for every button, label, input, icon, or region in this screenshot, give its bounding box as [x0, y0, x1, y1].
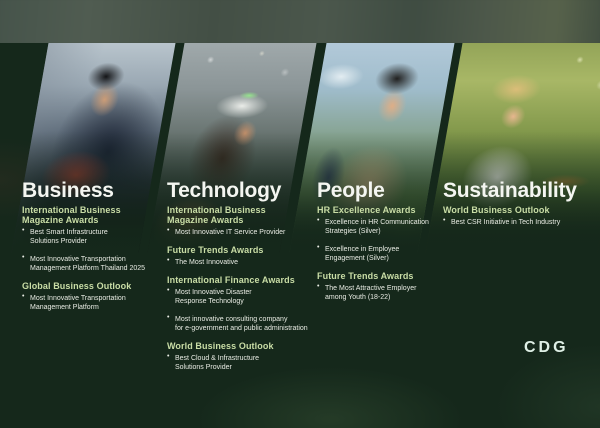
award-org-heading: International Business Magazine Awards [167, 205, 315, 225]
bullet-icon [167, 353, 169, 360]
blurred-header-band [0, 0, 600, 43]
award-item-text: Best Smart Infrastructure Solutions Prov… [30, 228, 154, 246]
award-item-text: Most innovative consulting company for e… [175, 315, 315, 333]
award-org-heading: Future Trends Awards [317, 271, 459, 281]
award-item-text: Best Cloud & Infrastructure Solutions Pr… [175, 354, 315, 372]
award-item: Excellence in HR Communication Strategie… [317, 218, 459, 236]
bullet-icon [167, 227, 169, 234]
column-title: People [317, 181, 459, 201]
award-org-heading: Future Trends Awards [167, 245, 315, 255]
award-item-text: The Most Attractive Employer among Youth… [325, 284, 459, 302]
award-item: Best CSR Initiative in Tech Industry [443, 218, 597, 227]
column-title: Technology [167, 181, 315, 201]
award-section: Future Trends Awards The Most Innovative [167, 245, 315, 267]
award-item-text: Most Innovative IT Service Provider [175, 228, 315, 237]
award-item: Most innovative consulting company for e… [167, 315, 315, 333]
award-item: The Most Innovative [167, 258, 315, 267]
award-item: Most Innovative IT Service Provider [167, 228, 315, 237]
bullet-icon [443, 217, 445, 224]
award-item-text: Most Innovative Transportation Managemen… [30, 255, 154, 273]
award-item: Excellence in Employee Engagement (Silve… [317, 245, 459, 263]
column-title: Business [22, 181, 154, 201]
awards-slide: Business International Business Magazine… [0, 0, 600, 428]
award-section: Future Trends Awards The Most Attractive… [317, 271, 459, 302]
award-section: International Business Magazine Awards M… [167, 205, 315, 237]
cdg-logo: CDG [524, 339, 569, 357]
bullet-icon [317, 244, 319, 251]
award-item-text: Excellence in HR Communication Strategie… [325, 218, 459, 236]
award-item: The Most Attractive Employer among Youth… [317, 284, 459, 302]
column-technology: Technology International Business Magazi… [167, 181, 315, 372]
award-item: Best Smart Infrastructure Solutions Prov… [22, 228, 154, 246]
bullet-icon [317, 283, 319, 290]
column-sustainability: Sustainability World Business Outlook Be… [443, 181, 597, 227]
award-org-heading: Global Business Outlook [22, 281, 154, 291]
award-org-heading: International Business Magazine Awards [22, 205, 154, 225]
award-section: World Business Outlook Best CSR Initiati… [443, 205, 597, 227]
award-section: International Finance Awards Most Innova… [167, 275, 315, 333]
column-title: Sustainability [443, 181, 597, 201]
bullet-icon [22, 293, 24, 300]
column-people: People HR Excellence Awards Excellence i… [317, 181, 459, 302]
bullet-icon [167, 314, 169, 321]
award-org-heading: International Finance Awards [167, 275, 315, 285]
award-item: Best Cloud & Infrastructure Solutions Pr… [167, 354, 315, 372]
award-item-text: Most Innovative Transportation Managemen… [30, 294, 154, 312]
bullet-icon [167, 287, 169, 294]
award-item-text: The Most Innovative [175, 258, 315, 267]
column-business: Business International Business Magazine… [22, 181, 154, 312]
award-org-heading: HR Excellence Awards [317, 205, 459, 215]
award-org-heading: World Business Outlook [167, 341, 315, 351]
award-section: World Business Outlook Best Cloud & Infr… [167, 341, 315, 372]
bullet-icon [22, 254, 24, 261]
award-item: Most Innovative Transportation Managemen… [22, 294, 154, 312]
award-section: International Business Magazine Awards B… [22, 205, 154, 273]
award-item-text: Excellence in Employee Engagement (Silve… [325, 245, 459, 263]
award-item-text: Most Innovative Disaster Response Techno… [175, 288, 315, 306]
award-section: HR Excellence Awards Excellence in HR Co… [317, 205, 459, 263]
award-item: Most Innovative Transportation Managemen… [22, 255, 154, 273]
bullet-icon [317, 217, 319, 224]
bullet-icon [167, 257, 169, 264]
award-item: Most Innovative Disaster Response Techno… [167, 288, 315, 306]
award-org-heading: World Business Outlook [443, 205, 597, 215]
award-section: Global Business Outlook Most Innovative … [22, 281, 154, 312]
award-item-text: Best CSR Initiative in Tech Industry [451, 218, 597, 227]
bullet-icon [22, 227, 24, 234]
